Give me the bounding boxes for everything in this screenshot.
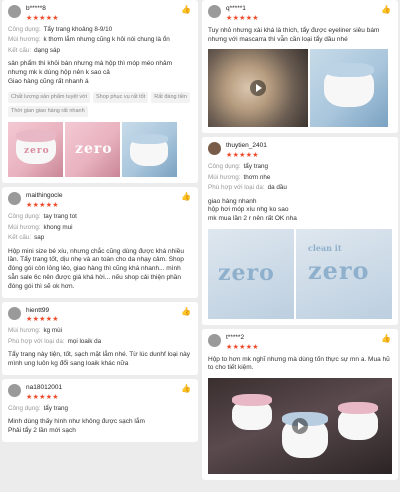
review-card: q*****1 ★★★★★ 👍 Tuy nhỏ nhưng xài khá là… [202,0,398,134]
reviewer-name[interactable]: b*****8 [26,5,192,14]
attr-value: sap [34,234,45,242]
attr-value: da dầu [267,184,287,192]
reviewer-name[interactable]: thuytien_2401 [226,142,392,151]
brand-logo-text: zero [218,259,275,286]
review-text: Tuy nhỏ nhưng xài khá là thích, tẩy được… [208,26,380,43]
attr-label: Kết cấu: [8,234,32,242]
review-card: maithingocle ★★★★★ 👍 Công dụng: tay trang… [2,187,198,298]
attr-value: dạng sáp [34,46,61,54]
review-text: Tẩy trang này tiện, tốt, sạch mặt lắm nh… [8,351,190,368]
review-card: thuytien_2401 ★★★★★ Công dụng: tẩy trang … [202,137,398,325]
review-text: giao hàng nhanh hộp hơi móp xíu nhg ko s… [208,197,297,223]
attr-value: Tẩy trang khoảng 8-9/10 [43,25,113,33]
reviewer-name[interactable]: t*****2 [226,334,392,343]
attr-value: tẩy trang [243,163,269,171]
review-tag: Shop phục vụ rất tốt [93,91,149,103]
avatar[interactable] [8,5,21,18]
attr-label: Phù hợp với loại da: [8,337,65,345]
star-rating: ★★★★★ [226,343,259,351]
brand-logo-text: zero [75,141,113,158]
attr-value: tay trang tot [43,213,77,221]
reviewer-name[interactable]: na18012001 [26,384,192,393]
review-photo[interactable] [122,122,177,178]
attr-label: Mùi hương: [8,36,41,44]
review-card: t*****2 ★★★★★ 👍 Hộp to hơn mk nghĩ nhưng… [202,328,398,481]
like-thumb-icon[interactable]: 👍 [381,5,391,16]
like-thumb-icon[interactable]: 👍 [181,192,191,203]
attr-label: Công dụng: [8,404,41,412]
review-text: sản phẩm thì khỏi bàn nhưng mà hộp thì m… [8,60,173,85]
review-text: Hộp mini size bé xíu, nhưng chắc cũng dù… [8,247,184,290]
review-photo[interactable]: zero [8,122,63,178]
attr-value: tẩy trang [43,404,69,412]
brand-logo-text: zero [24,146,50,157]
review-media [208,378,392,475]
review-card: na18012001 ★★★★★ 👍 Công dụng: tẩy trang M… [2,378,198,442]
reviewer-name[interactable]: maithingocle [26,192,192,201]
review-media: zero clean it zero [208,228,392,319]
avatar[interactable] [8,192,21,206]
review-tag: Chất lượng sản phẩm tuyệt vời [8,91,91,103]
star-rating: ★★★★★ [26,14,59,22]
star-rating: ★★★★★ [226,14,259,22]
review-photo[interactable] [310,49,388,128]
avatar[interactable] [8,383,21,397]
play-icon[interactable] [250,80,266,97]
review-card: b*****8 ★★★★★ 👍 Công dụng: Tẩy trang khoả… [2,0,198,184]
star-rating: ★★★★★ [26,393,59,401]
avatar[interactable] [208,333,221,347]
review-media: zero zero [8,122,192,178]
star-rating: ★★★★★ [26,316,59,324]
attr-label: Công dụng: [8,213,41,221]
like-thumb-icon[interactable]: 👍 [381,334,391,345]
review-text: Minh dùng thấy hình như không được sạch … [8,418,145,434]
star-rating: ★★★★★ [26,202,59,210]
avatar[interactable] [8,306,21,320]
attr-value: khong mui [43,223,73,231]
like-thumb-icon[interactable]: 👍 [181,5,191,16]
review-text: Hộp to hơn mk nghĩ nhưng mà dùng tốn thự… [208,355,390,372]
attr-value: k thơm lắm nhưng cũng k hôi nói chung là… [43,36,170,44]
reviewer-name[interactable]: q*****1 [226,5,392,14]
attr-label: Mùi hương: [8,223,41,231]
reviews-column-right: q*****1 ★★★★★ 👍 Tuy nhỏ nhưng xài khá là… [202,0,398,484]
review-video[interactable] [208,49,308,128]
review-photo[interactable]: zero [208,228,294,319]
attr-value: kg mùi [43,327,63,335]
like-thumb-icon[interactable]: 👍 [181,384,191,395]
attr-label: Mùi hương: [8,327,41,335]
attr-label: Công dụng: [8,25,41,33]
review-media [208,49,392,128]
attr-label: Công dụng: [208,163,241,171]
attr-label: Phù hợp với loại da: [208,184,265,192]
avatar[interactable] [208,142,221,156]
star-rating: ★★★★★ [226,152,259,160]
attr-label: Mùi hương: [208,173,241,181]
like-thumb-icon[interactable]: 👍 [181,307,191,318]
review-tag: Thời gian giao hàng rất nhanh [8,105,88,118]
review-video[interactable] [208,378,392,475]
reviewer-name[interactable]: hientt99 [26,307,192,316]
review-tag: Rất đáng tiền [151,91,190,103]
attr-value: thơm nhe [243,173,271,181]
brand-subtext: clean it [308,242,342,253]
reviews-column-left: b*****8 ★★★★★ 👍 Công dụng: Tẩy trang khoả… [2,0,198,446]
review-photo[interactable]: zero [65,122,120,178]
attr-label: Kết cấu: [8,46,32,54]
review-photo[interactable]: clean it zero [296,228,392,319]
attr-value: mọi loaik da [67,337,102,345]
brand-logo-text: zero [308,255,370,285]
review-card: hientt99 ★★★★★ 👍 Mùi hương: kg mùi Phù hợ… [2,301,198,375]
avatar[interactable] [208,5,221,18]
